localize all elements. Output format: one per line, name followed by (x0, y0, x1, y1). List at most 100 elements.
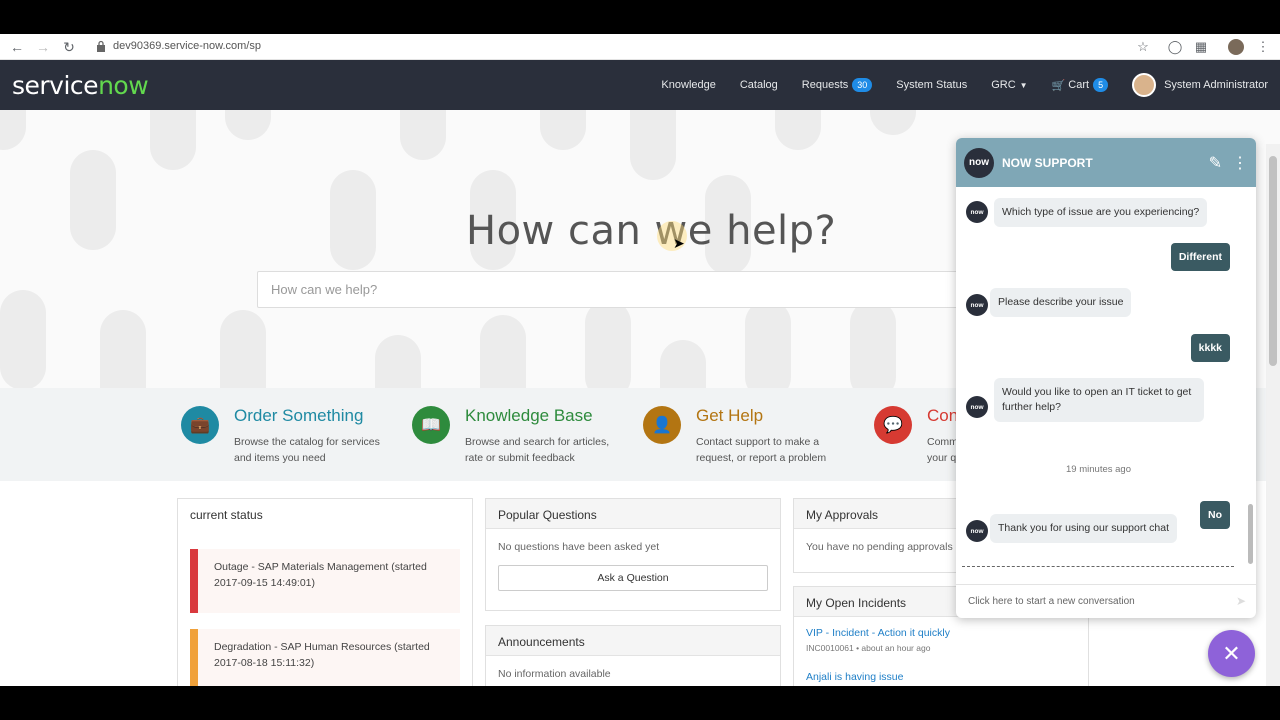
feature-title[interactable]: Get Help (696, 406, 763, 426)
feature-description: Browse the catalog for services and item… (234, 436, 380, 464)
chat-header: now NOW SUPPORT ✎ ⋮ (956, 138, 1256, 187)
reload-icon[interactable]: ↻ (60, 38, 78, 56)
background-pill (330, 170, 376, 270)
status-item-degradation[interactable]: Degradation - SAP Human Resources (start… (190, 629, 460, 686)
nav-label: System Status (896, 79, 968, 91)
background-pill (400, 110, 446, 160)
empty-message: No information available (498, 668, 611, 680)
background-pill (850, 300, 896, 388)
person-icon: 👤 (643, 406, 681, 444)
chat-title: NOW SUPPORT (1002, 155, 1093, 170)
requests-count-badge: 30 (852, 78, 873, 92)
nav-system-status[interactable]: System Status (896, 79, 967, 91)
user-message: No (1200, 501, 1230, 529)
portal-header: servicenow Knowledge Catalog Requests 30 … (0, 60, 1280, 110)
nav-knowledge[interactable]: Knowledge (661, 79, 715, 91)
close-icon: ✕ (1222, 640, 1241, 666)
conversation-end-divider (962, 566, 1234, 567)
bot-message: Please describe your issue (990, 288, 1132, 317)
background-pill (100, 310, 146, 388)
profile-avatar-icon[interactable] (1228, 39, 1244, 55)
mouse-pointer-icon: ➤ (673, 235, 685, 251)
nav-user-menu[interactable]: System Administrator (1132, 73, 1268, 97)
status-item-outage[interactable]: Outage - SAP Materials Management (start… (190, 549, 460, 613)
nav-catalog[interactable]: Catalog (740, 79, 778, 91)
forward-arrow-icon[interactable]: → (34, 38, 52, 56)
background-pill (630, 110, 676, 180)
bot-avatar: now (966, 294, 988, 316)
background-pill (225, 110, 271, 140)
widget-title: Popular Questions (486, 499, 780, 529)
browser-screen: ← → ↻ dev90369.service-now.com/sp ☆ ◯ ▦ … (0, 34, 1280, 686)
scrollbar-thumb[interactable] (1248, 504, 1253, 564)
nav-label: GRC (991, 79, 1016, 91)
bot-message: Would you like to open an IT ticket to g… (994, 378, 1204, 422)
incident-link[interactable]: VIP - Incident - Action it quickly (806, 627, 1076, 639)
bot-message: Which type of issue are you experiencing… (994, 198, 1208, 227)
user-message: kkkk (1190, 334, 1230, 362)
nav-grc-dropdown[interactable]: GRC ▼ (991, 79, 1027, 91)
extension-grid-icon[interactable]: ▦ (1193, 39, 1209, 55)
menu-kebab-icon[interactable]: ⋮ (1232, 153, 1248, 173)
logo-text: service (12, 71, 99, 100)
address-bar[interactable]: dev90369.service-now.com/sp (113, 40, 261, 52)
user-avatar (1132, 73, 1157, 97)
scrollbar-thumb[interactable] (1269, 156, 1277, 366)
page-scrollbar[interactable] (1266, 144, 1280, 686)
search-placeholder: How can we help? (271, 282, 378, 297)
search-input[interactable]: How can we help? (257, 271, 967, 308)
status-text: Outage - SAP Materials Management (start… (214, 561, 427, 589)
status-color-bar (190, 549, 198, 613)
bot-avatar: now (966, 520, 988, 542)
background-pill (540, 110, 586, 150)
bot-avatar: now (966, 396, 988, 418)
background-pill (585, 300, 631, 388)
browser-toolbar: ← → ↻ dev90369.service-now.com/sp ☆ ◯ ▦ … (0, 34, 1280, 60)
background-pill (480, 315, 526, 388)
feature-title[interactable]: Con (927, 406, 958, 426)
background-pill (375, 335, 421, 388)
logo-now-text: now (98, 71, 149, 100)
page-title: How can we help? (466, 208, 837, 254)
background-pill (745, 300, 791, 388)
feature-description: Contact support to make a request, or re… (696, 436, 827, 464)
back-arrow-icon[interactable]: ← (8, 38, 26, 56)
chat-scrollbar[interactable] (1246, 194, 1254, 574)
background-pill (660, 340, 706, 388)
close-chat-button[interactable]: ✕ (1208, 630, 1255, 677)
feature-title[interactable]: Order Something (234, 406, 363, 426)
servicenow-logo[interactable]: servicenow (12, 71, 149, 100)
background-pill (220, 310, 266, 388)
nav-label: Knowledge (661, 79, 716, 91)
new-conversation-footer[interactable]: Click here to start a new conversation ➤ (956, 584, 1256, 618)
background-pill (0, 110, 26, 150)
user-message: Different (1170, 243, 1230, 271)
feature-description: Browse and search for articles, rate or … (465, 436, 610, 464)
support-chat-window: now NOW SUPPORT ✎ ⋮ now Which type of is… (956, 138, 1256, 618)
announcements-widget: Announcements No information available (485, 625, 781, 686)
feature-title[interactable]: Knowledge Base (465, 406, 593, 426)
ask-question-button[interactable]: Ask a Question (498, 565, 768, 591)
extension-circle-icon[interactable]: ◯ (1167, 39, 1183, 55)
nav-label: Catalog (739, 79, 778, 91)
incident-link[interactable]: Anjali is having issue (806, 671, 1076, 683)
empty-message: No questions have been asked yet (498, 541, 660, 553)
cart-icon: 🛒 (1051, 79, 1066, 92)
bot-message: Thank you for using our support chat (990, 514, 1178, 543)
new-conversation-icon[interactable]: ✎ (1209, 153, 1222, 173)
widget-title: Announcements (486, 626, 780, 656)
background-pill (70, 150, 116, 250)
star-icon[interactable]: ☆ (1135, 39, 1151, 55)
background-pill (775, 110, 821, 150)
user-name: System Administrator (1164, 79, 1268, 91)
send-arrow-icon[interactable]: ➤ (1236, 594, 1246, 608)
nav-label: Requests (801, 79, 849, 91)
nav-cart[interactable]: 🛒 Cart 5 (1052, 78, 1109, 92)
menu-kebab-icon[interactable]: ⋮ (1255, 39, 1271, 55)
book-icon: 📖 (412, 406, 450, 444)
background-pill (870, 110, 916, 135)
top-navigation: Knowledge Catalog Requests 30 System Stat… (637, 60, 1268, 110)
logo-text: now (969, 157, 989, 168)
message-timestamp: 19 minutes ago (1066, 464, 1131, 475)
nav-requests[interactable]: Requests 30 (802, 78, 873, 92)
